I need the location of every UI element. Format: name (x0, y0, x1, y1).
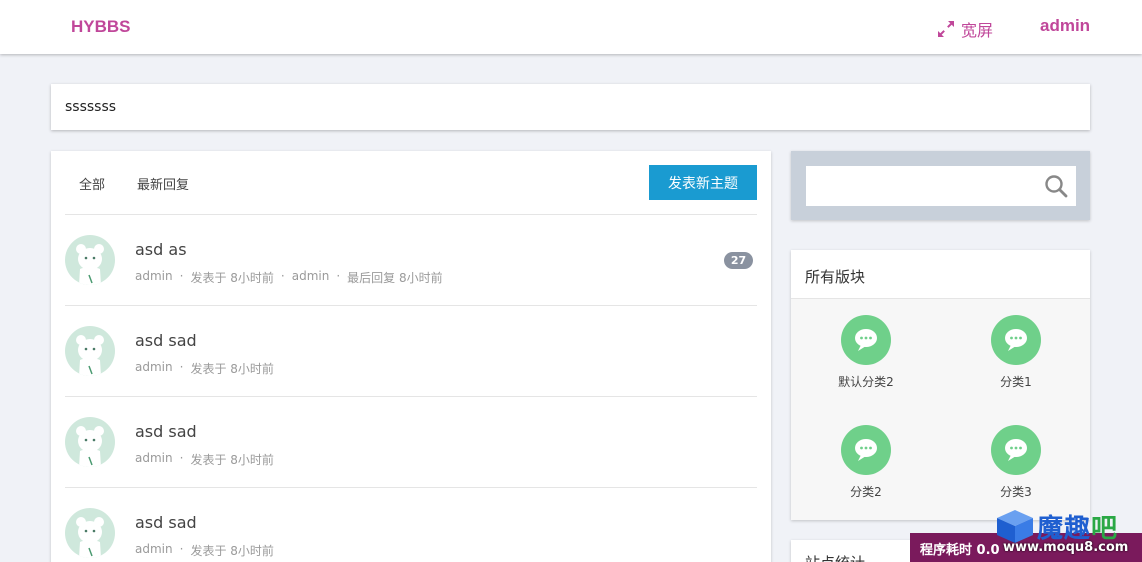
thread-row[interactable]: asd as admin · 发表于 8小时前 · admin · 最后回复 8… (65, 215, 757, 305)
brand-logo[interactable]: HYBBS (71, 17, 131, 37)
notice-text: sssssss (65, 99, 117, 115)
user-menu[interactable]: admin (1040, 16, 1090, 36)
thread-list-panel: 全部 最新回复 发表新主题 asd as admin · 发表于 8小时前 · … (51, 151, 771, 562)
chat-bubble-icon (841, 425, 891, 475)
thread-posted-time: 发表于 8小时前 (190, 544, 274, 558)
chat-bubble-icon (991, 315, 1041, 365)
thread-author[interactable]: admin (135, 360, 173, 377)
thread-row[interactable]: asd sad admin · 发表于 8小时前 (65, 306, 757, 396)
bear-avatar-icon[interactable] (65, 235, 115, 285)
meta-separator: · (179, 451, 184, 465)
board-label: 分类2 (850, 485, 882, 499)
boards-title: 所有版块 (791, 250, 1090, 299)
tab-all[interactable]: 全部 (79, 174, 105, 193)
debug-timer-bar: 程序耗时 0.0 (910, 533, 1142, 562)
thread-meta: admin · 发表于 8小时前 (135, 542, 274, 559)
tab-latest-reply[interactable]: 最新回复 (137, 174, 189, 193)
meta-separator: · (179, 360, 184, 374)
thread-posted-time: 发表于 8小时前 (190, 271, 274, 285)
thread-meta: admin · 发表于 8小时前 · admin · 最后回复 8小时前 (135, 269, 443, 286)
thread-posted-time: 发表于 8小时前 (190, 362, 274, 376)
thread-row[interactable]: asd sad admin · 发表于 8小时前 (65, 488, 757, 562)
thread-title[interactable]: asd sad (135, 513, 197, 532)
meta-separator: · (336, 269, 341, 283)
meta-separator: · (280, 269, 285, 283)
stats-title: 站点统计 (805, 554, 865, 562)
thread-title[interactable]: asd sad (135, 331, 197, 350)
thread-title[interactable]: asd sad (135, 422, 197, 441)
meta-separator: · (179, 542, 184, 556)
thread-author[interactable]: admin (135, 269, 173, 286)
chat-bubble-icon (841, 315, 891, 365)
board-label: 默认分类2 (838, 375, 894, 389)
bear-avatar-icon[interactable] (65, 508, 115, 558)
bear-avatar-icon[interactable] (65, 417, 115, 467)
top-navbar: HYBBS 宽屏 admin (0, 0, 1142, 54)
wide-screen-label: 宽屏 (961, 21, 994, 40)
board-label: 分类3 (1000, 485, 1032, 499)
thread-author[interactable]: admin (135, 542, 173, 559)
chat-bubble-icon (991, 425, 1041, 475)
debug-text: 程序耗时 0.0 (920, 543, 1000, 558)
board-label: 分类1 (1000, 375, 1032, 389)
thread-tabs: 全部 最新回复 (79, 174, 189, 193)
search-icon[interactable] (1044, 174, 1068, 202)
search-panel (791, 151, 1090, 220)
bear-avatar-icon[interactable] (65, 326, 115, 376)
thread-last-reply-user[interactable]: admin (292, 269, 330, 286)
new-topic-button[interactable]: 发表新主题 (649, 165, 757, 200)
thread-title[interactable]: asd as (135, 240, 187, 259)
reply-count-badge: 27 (724, 252, 753, 269)
notice-bar: sssssss (51, 84, 1090, 130)
thread-author[interactable]: admin (135, 451, 173, 468)
board-item[interactable]: 默认分类2 (806, 315, 926, 390)
board-item[interactable]: 分类3 (956, 425, 1076, 500)
board-item[interactable]: 分类1 (956, 315, 1076, 390)
thread-meta: admin · 发表于 8小时前 (135, 360, 274, 377)
expand-arrows-icon (937, 20, 955, 38)
board-item[interactable]: 分类2 (806, 425, 926, 500)
thread-last-reply-time: 最后回复 8小时前 (347, 271, 443, 285)
thread-meta: admin · 发表于 8小时前 (135, 451, 274, 468)
search-input[interactable] (806, 166, 1076, 206)
meta-separator: · (179, 269, 184, 283)
wide-screen-toggle[interactable]: 宽屏 (937, 17, 993, 41)
thread-row[interactable]: asd sad admin · 发表于 8小时前 (65, 397, 757, 487)
thread-posted-time: 发表于 8小时前 (190, 453, 274, 467)
boards-panel: 所有版块 默认分类2 分类1 分类2 分类3 (791, 250, 1090, 520)
